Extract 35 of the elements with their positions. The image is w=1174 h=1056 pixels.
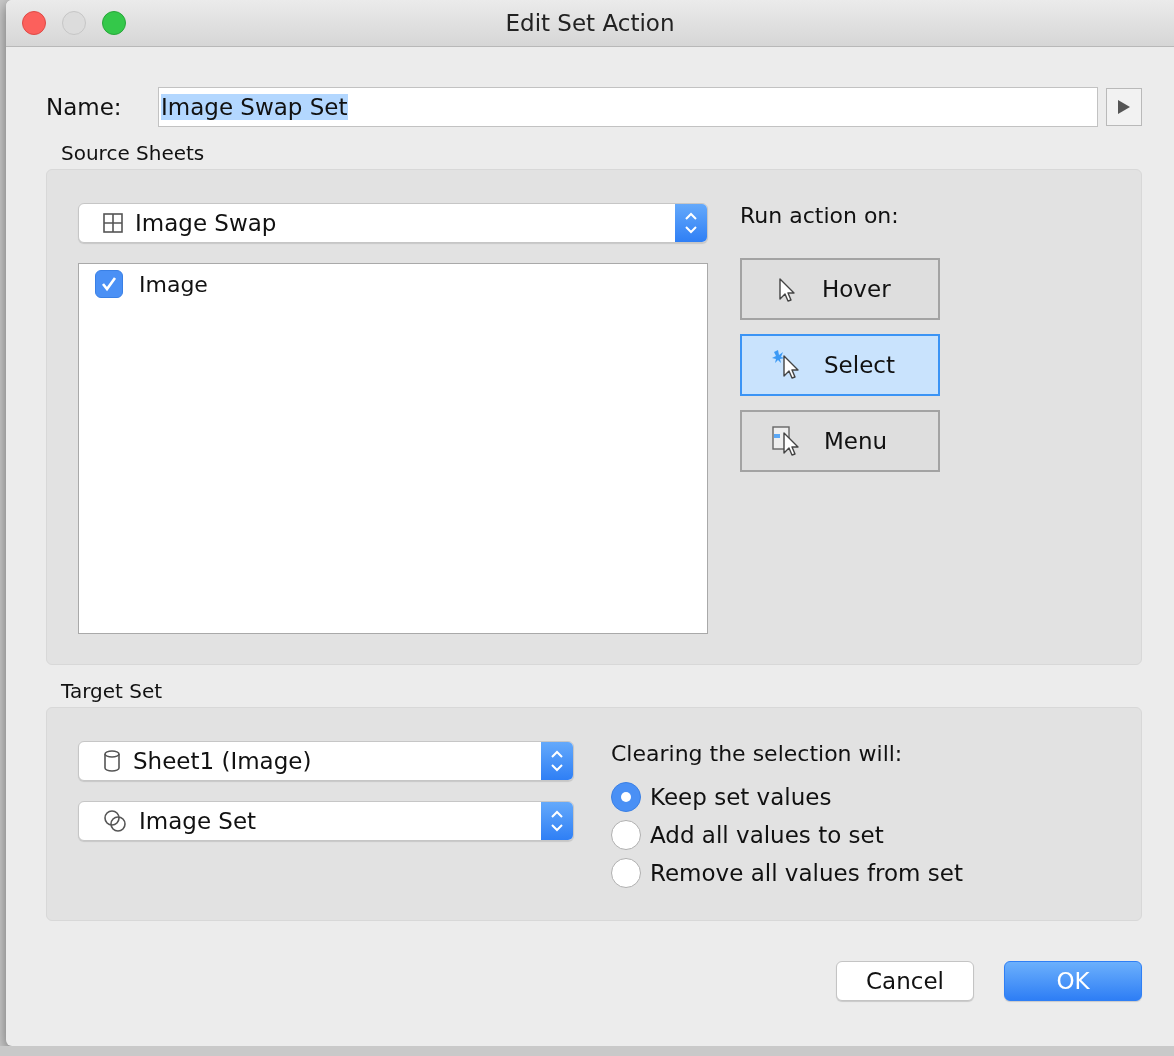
radio-label: Remove all values from set [650,860,963,886]
section-title: Target Set [61,679,164,703]
run-action-label: Run action on: [740,203,900,228]
radio-button[interactable] [611,858,641,888]
cancel-button[interactable]: Cancel [836,961,974,1001]
play-icon [1117,99,1131,115]
close-icon[interactable] [22,11,46,35]
cursor-click-icon [772,350,800,380]
clearing-label: Clearing the selection will: [611,741,904,766]
play-button[interactable] [1106,88,1142,126]
name-label: Name: [46,94,123,120]
checkmark-icon [100,275,118,293]
radio-label: Keep set values [650,784,832,810]
checkbox[interactable] [95,270,123,298]
trigger-button[interactable]: Hover [740,258,940,320]
grid-icon [103,213,123,233]
radio-label: Add all values to set [650,822,884,848]
sheet-label: Image [139,271,208,297]
zoom-icon[interactable] [102,11,126,35]
radio-button[interactable] [611,820,641,850]
target-dropdown[interactable]: Sheet1 (Image) [78,741,574,781]
target-dropdown[interactable]: Image Set [78,801,574,841]
window-title: Edit Set Action [504,10,676,36]
cylinder-icon [103,750,121,772]
trigger-button[interactable]: Select [740,334,940,396]
section-title: Source Sheets [61,141,206,165]
cursor-menu-icon [772,426,800,456]
stepper-icon[interactable] [675,204,707,242]
stepper-icon[interactable] [541,742,573,780]
overlapping-circles-icon [103,809,127,833]
trigger-button[interactable]: Menu [740,410,940,472]
radio-button[interactable] [611,782,641,812]
sheet-dropdown[interactable]: Image Swap [78,203,708,243]
name-input-field[interactable]: Image Swap Set [158,87,1098,127]
stepper-icon[interactable] [541,802,573,840]
